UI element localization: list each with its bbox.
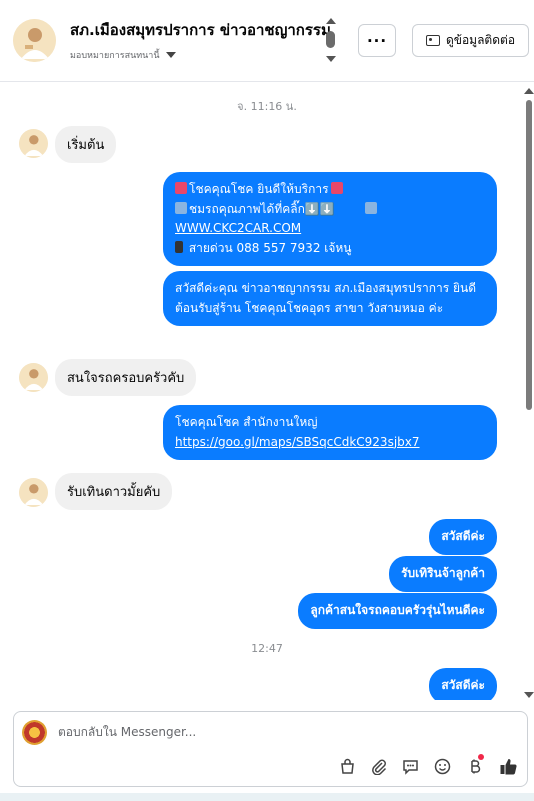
message-line: โชคคุณโชค สำนักงานใหญ่ xyxy=(175,415,318,429)
bottom-bar xyxy=(0,793,534,801)
incoming-message: เริ่มต้น xyxy=(55,126,117,163)
message-link[interactable]: https://goo.gl/maps/SBSqcCdkC923sjbx7 xyxy=(175,435,420,449)
timestamp: 12:47 xyxy=(251,642,283,655)
arrow-up-icon xyxy=(326,18,336,24)
message-link[interactable]: WWW.CKC2CAR.COM xyxy=(175,221,301,235)
message-thread[interactable]: จ. 11:16 น. เริ่มต้น โชคคุณโชค ยินดีให้บ… xyxy=(0,83,534,700)
contact-card-icon xyxy=(425,35,440,46)
sender-avatar xyxy=(19,129,48,158)
timestamp: จ. 11:16 น. xyxy=(237,100,297,113)
page-avatar[interactable] xyxy=(13,19,56,62)
phone-icon xyxy=(175,240,183,253)
outgoing-message: สวัสดีค่ะคุณ ข่าวอาชญากรรม สภ.เมืองสมุทร… xyxy=(163,271,497,326)
reply-input[interactable] xyxy=(58,725,478,739)
caret-down-icon xyxy=(165,52,176,58)
arrow-down-icon xyxy=(326,56,336,62)
sender-avatar xyxy=(19,478,48,507)
conversation-title: สภ.เมืองสมุทรปราการ ข่าวอาชญากรรม xyxy=(70,21,331,39)
notification-dot xyxy=(478,754,484,760)
emoji-icon[interactable] xyxy=(431,755,453,777)
scroll-thumb[interactable] xyxy=(526,100,532,410)
bag-icon[interactable] xyxy=(336,755,358,777)
more-options-button[interactable]: ··· xyxy=(358,24,396,57)
arrow-down-icon xyxy=(524,692,534,698)
play-icon xyxy=(364,201,377,214)
outgoing-message: สวัสดีค่ะ xyxy=(429,519,497,555)
reply-composer xyxy=(13,711,528,787)
title-scroll-control[interactable] xyxy=(325,18,337,64)
arrow-up-icon xyxy=(524,88,534,94)
saved-reply-icon[interactable] xyxy=(399,755,421,777)
view-contact-info-label: ดูข้อมูลติดต่อ xyxy=(445,33,516,47)
sender-avatar xyxy=(19,363,48,392)
scroll-thumb[interactable] xyxy=(326,31,335,48)
assign-conversation-label: มอบหมายการสนทนานี้ xyxy=(70,51,160,61)
outgoing-message: รับเทิรินจ้าลูกค้า xyxy=(389,556,497,592)
thread-scrollbar[interactable] xyxy=(524,88,534,700)
emoji-icon xyxy=(175,182,187,194)
message-line: ชมรถคุณภาพได้ที่คลิ๊ก⬇️⬇️ xyxy=(189,201,335,216)
outgoing-message: ลูกค้าสนใจรถคอบครัวรุ่นไหนดีคะ xyxy=(298,593,497,629)
incoming-message: สนใจรถครอบครัวคับ xyxy=(55,359,197,396)
conversation-header: สภ.เมืองสมุทรปราการ ข่าวอาชญากรรม มอบหมา… xyxy=(0,0,534,82)
assign-conversation-dropdown[interactable]: มอบหมายการสนทนานี้ xyxy=(70,48,176,62)
emoji-icon xyxy=(330,182,343,194)
page-avatar xyxy=(22,720,47,745)
play-icon xyxy=(175,201,187,214)
like-icon[interactable] xyxy=(497,755,519,777)
outgoing-message: โชคคุณโชค ยินดีให้บริการ ชมรถคุณภาพได้ที… xyxy=(163,172,497,266)
outgoing-message: โชคคุณโชค สำนักงานใหญ่ https://goo.gl/ma… xyxy=(163,405,497,460)
outgoing-message: สวัสดีค่ะ xyxy=(429,668,497,700)
attachment-icon[interactable] xyxy=(367,755,389,777)
more-options-label: ··· xyxy=(366,31,388,50)
message-line: โชคคุณโชค ยินดีให้บริการ xyxy=(189,182,329,196)
view-contact-info-button[interactable]: ดูข้อมูลติดต่อ xyxy=(412,24,529,57)
incoming-message: รับเทินดาวมั้ยคับ xyxy=(55,473,173,510)
message-line: สายด่วน 088 557 7932 เจ้หนู xyxy=(188,240,352,255)
baht-icon[interactable] xyxy=(463,754,485,777)
